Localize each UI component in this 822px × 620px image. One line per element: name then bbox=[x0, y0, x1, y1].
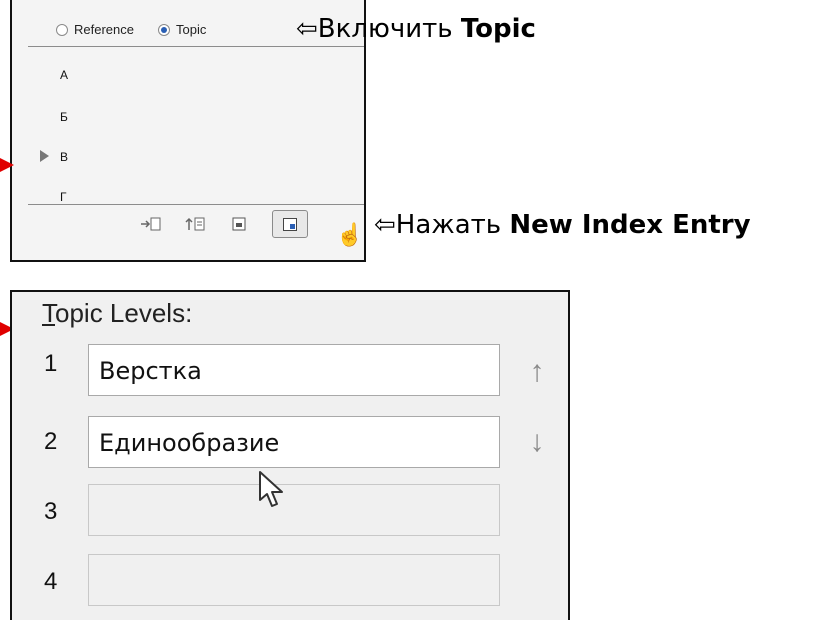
new-index-entry-icon bbox=[283, 217, 297, 231]
divider bbox=[28, 204, 364, 205]
list-item[interactable]: В bbox=[60, 150, 68, 164]
level-number: 3 bbox=[44, 498, 58, 525]
access-key-letter: T bbox=[42, 298, 55, 328]
annotation-bold: New Index Entry bbox=[509, 210, 751, 240]
reference-radio-label: Reference bbox=[74, 22, 134, 37]
new-index-entry-button[interactable] bbox=[272, 210, 308, 238]
topic-radio-circle[interactable] bbox=[157, 23, 170, 36]
level-number: 1 bbox=[44, 350, 58, 377]
topic-level-4-field[interactable] bbox=[88, 554, 500, 606]
annotation-enable-topic: ⇦Включить Topic bbox=[296, 14, 536, 44]
update-preview-icon[interactable] bbox=[184, 214, 206, 234]
go-to-selected-marker-icon[interactable] bbox=[140, 214, 162, 234]
divider bbox=[28, 46, 364, 47]
topic-radio[interactable]: Topic bbox=[157, 22, 207, 37]
annotation-new-entry: ⇦Нажать New Index Entry bbox=[374, 210, 751, 240]
reference-radio-circle[interactable] bbox=[56, 23, 68, 36]
annotation-prefix: ⇦Включить bbox=[296, 14, 461, 44]
expand-triangle-icon[interactable] bbox=[40, 150, 49, 162]
level-number: 4 bbox=[44, 568, 58, 595]
annotation-prefix: ⇦Нажать bbox=[374, 210, 510, 240]
move-down-arrow-icon[interactable]: ↓ bbox=[526, 422, 548, 462]
topic-levels-label: Topic Levels: bbox=[42, 298, 192, 329]
list-item[interactable]: А bbox=[60, 68, 68, 82]
annotation-bold: Topic bbox=[460, 14, 536, 44]
topic-radio-label: Topic bbox=[175, 22, 207, 37]
index-panel-footer bbox=[140, 210, 308, 238]
topic-level-2-field[interactable]: Единообразие bbox=[88, 416, 500, 468]
topic-level-1-field[interactable]: Верстка bbox=[88, 344, 500, 396]
index-mode-radio-group: Reference Topic bbox=[56, 22, 230, 37]
generate-index-icon[interactable] bbox=[228, 214, 250, 234]
topic-level-3-field[interactable] bbox=[88, 484, 500, 536]
red-arrow-icon bbox=[0, 158, 14, 172]
list-item[interactable]: Г bbox=[60, 190, 67, 204]
move-up-arrow-icon[interactable]: ↑ bbox=[526, 352, 548, 392]
reference-radio[interactable]: Reference bbox=[56, 22, 134, 37]
list-item[interactable]: Б bbox=[60, 110, 68, 124]
topic-levels-label-text: opic Levels: bbox=[55, 298, 193, 328]
topic-levels-panel: Topic Levels: 1 Верстка 2 Единообразие 3… bbox=[10, 290, 570, 620]
level-number: 2 bbox=[44, 428, 58, 455]
mouse-pointer-icon bbox=[259, 471, 283, 507]
hand-cursor-icon: ☝ bbox=[336, 222, 364, 247]
